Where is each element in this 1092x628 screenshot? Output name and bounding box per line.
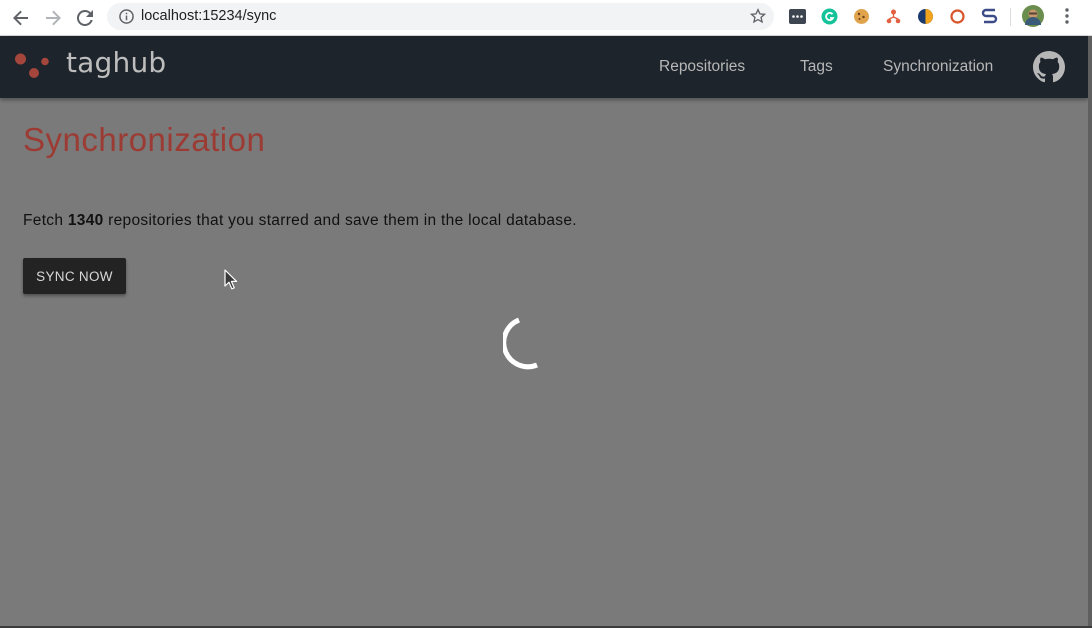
back-button[interactable] (8, 5, 34, 31)
page-title: Synchronization (23, 121, 266, 158)
network-extension-icon[interactable] (884, 7, 902, 25)
window-edge (1088, 36, 1092, 628)
nav-synchronization[interactable]: Synchronization (883, 58, 993, 76)
app-header: taghub Repositories Tags Synchronization (0, 36, 1088, 98)
dots-extension-icon[interactable] (788, 7, 806, 25)
desc-suffix: repositories that you starred and save t… (103, 212, 577, 229)
arrow-left-icon (13, 10, 28, 26)
loading-spinner-icon (503, 317, 538, 370)
grammarly-icon[interactable] (820, 7, 838, 25)
mouse-cursor-icon (224, 269, 238, 290)
repo-count: 1340 (67, 212, 104, 229)
nav-repositories[interactable]: Repositories (659, 58, 745, 76)
half-circle-extension-icon[interactable] (916, 7, 934, 25)
ring-extension-icon[interactable] (948, 7, 966, 25)
brand-name[interactable]: taghub (66, 46, 166, 79)
cookie-icon[interactable] (852, 7, 870, 25)
taghub-logo-icon[interactable] (14, 52, 54, 80)
s-extension-icon[interactable] (980, 7, 998, 25)
sync-description: Fetch 1340 repositories that you starred… (23, 212, 577, 230)
toolbar-separator (1010, 8, 1011, 26)
address-bar[interactable]: localhost:15234/sync (107, 3, 774, 30)
profile-avatar-icon[interactable] (1022, 5, 1044, 27)
nav-tags[interactable]: Tags (800, 58, 833, 76)
browser-toolbar: localhost:15234/sync (0, 0, 1092, 36)
forward-button[interactable] (40, 5, 66, 31)
github-icon[interactable] (1033, 51, 1065, 83)
kebab-menu-icon[interactable] (1058, 7, 1076, 25)
desc-prefix: Fetch (23, 212, 68, 229)
reload-button[interactable] (72, 5, 98, 31)
reload-icon (77, 10, 93, 26)
info-icon[interactable] (119, 9, 134, 29)
arrow-right-icon (46, 10, 61, 26)
url-text[interactable]: localhost:15234/sync (141, 8, 276, 24)
star-icon[interactable] (749, 8, 767, 29)
sync-now-button[interactable]: SYNC NOW (23, 258, 126, 294)
